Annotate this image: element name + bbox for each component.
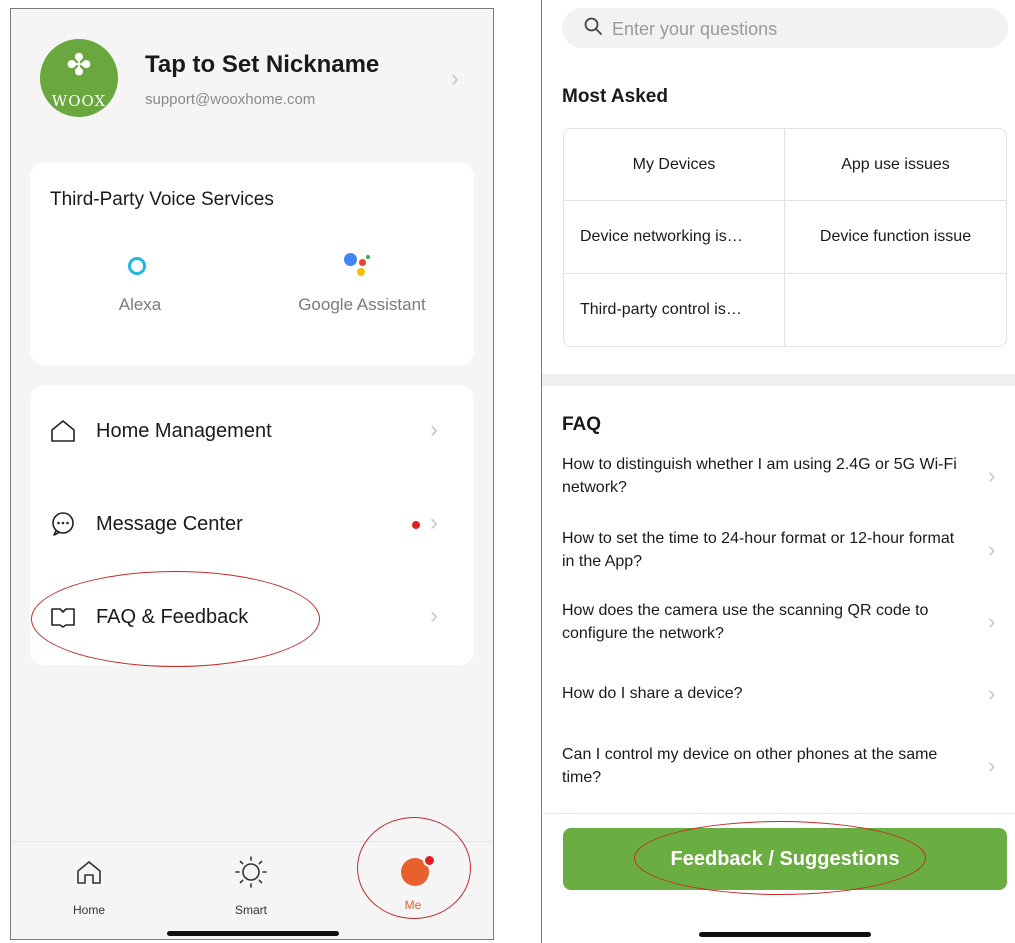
tab-label: Smart — [234, 903, 267, 917]
voice-service-label: Alexa — [118, 295, 162, 314]
faq-item[interactable]: How to distinguish whether I am using 2.… — [562, 453, 1008, 499]
alexa-icon — [40, 249, 240, 283]
faq-item[interactable]: How to set the time to 24-hour format or… — [562, 527, 1008, 573]
faq-question: How to set the time to 24-hour format or… — [562, 530, 955, 570]
category-cell-empty — [785, 274, 1006, 346]
footer-divider — [542, 813, 1015, 814]
chevron-right-icon: › — [430, 509, 438, 536]
category-cell[interactable]: Device networking is… — [564, 201, 785, 274]
tab-label: Home — [72, 903, 105, 917]
tab-smart[interactable]: Smart — [201, 852, 301, 917]
menu-item-label: Message Center — [96, 513, 243, 535]
me-screen: ✤ WOOX Tap to Set Nickname support@wooxh… — [10, 8, 494, 940]
sun-icon — [235, 856, 267, 888]
category-cell[interactable]: App use issues — [785, 129, 1006, 202]
faq-item[interactable]: How does the camera use the scanning QR … — [562, 599, 1008, 645]
faq-item[interactable]: Can I control my device on other phones … — [562, 743, 1008, 789]
tab-home[interactable]: Home — [39, 852, 139, 917]
feedback-suggestions-button[interactable]: Feedback / Suggestions — [563, 828, 1007, 890]
tab-me[interactable]: Me — [363, 852, 463, 912]
home-icon — [51, 420, 75, 442]
home-indicator — [167, 931, 339, 936]
menu-item-message-center[interactable]: Message Center › — [30, 489, 474, 559]
tab-label: Me — [404, 898, 422, 912]
category-cell[interactable]: Device function issue — [785, 201, 1006, 274]
menu-item-home-management[interactable]: Home Management › — [30, 396, 474, 466]
search-icon — [584, 17, 602, 35]
profile-header[interactable]: ✤ WOOX Tap to Set Nickname support@wooxh… — [11, 9, 493, 159]
voice-service-alexa[interactable]: Alexa — [40, 249, 240, 315]
most-asked-title: Most Asked — [562, 86, 668, 107]
chevron-right-icon: › — [430, 602, 438, 629]
notification-badge — [412, 521, 420, 529]
email-label: support@wooxhome.com — [145, 91, 316, 108]
category-cell[interactable]: Third-party control is… — [564, 273, 785, 346]
faq-title: FAQ — [562, 414, 602, 435]
menu-item-faq-feedback[interactable]: FAQ & Feedback › — [30, 582, 474, 652]
chevron-right-icon: › — [451, 65, 459, 92]
menu-item-label: Home Management — [96, 420, 272, 442]
category-cell[interactable]: My Devices — [564, 129, 785, 202]
faq-question: Can I control my device on other phones … — [562, 746, 938, 786]
google-assistant-icon — [262, 249, 462, 283]
home-indicator — [699, 932, 871, 937]
chevron-right-icon: › — [988, 681, 996, 706]
avatar-logo-text: WOOX — [51, 92, 107, 110]
search-input[interactable] — [610, 14, 994, 44]
message-icon — [52, 512, 74, 536]
chevron-right-icon: › — [430, 416, 438, 443]
chevron-right-icon: › — [988, 537, 996, 562]
voice-service-label: Google Assistant — [298, 295, 426, 314]
tab-bar: Home Smart Me — [11, 841, 493, 939]
faq-question: How does the camera use the scanning QR … — [562, 602, 929, 642]
notification-badge — [423, 854, 436, 867]
chevron-right-icon: › — [988, 463, 996, 488]
faq-item[interactable]: How do I share a device? › — [562, 681, 1008, 706]
voice-services-card: Third-Party Voice Services Alexa Google … — [30, 163, 474, 365]
menu-card: Home Management › Message Center › FAQ &… — [30, 385, 474, 665]
faq-question: How do I share a device? — [562, 685, 743, 702]
section-divider — [542, 374, 1015, 386]
book-icon — [51, 608, 75, 628]
voice-services-title: Third-Party Voice Services — [50, 189, 274, 210]
avatar[interactable]: ✤ WOOX — [40, 39, 118, 117]
voice-service-google-assistant[interactable]: Google Assistant — [262, 249, 462, 315]
nickname-label[interactable]: Tap to Set Nickname — [145, 51, 379, 79]
woox-logo-icon: ✤ — [66, 49, 92, 82]
home-icon — [77, 861, 101, 884]
chevron-right-icon: › — [988, 609, 996, 634]
most-asked-grid: My Devices App use issues Device network… — [563, 128, 1007, 347]
faq-screen: Most Asked My Devices App use issues Dev… — [541, 0, 1015, 943]
faq-question: How to distinguish whether I am using 2.… — [562, 456, 957, 496]
search-bar[interactable] — [562, 8, 1008, 48]
person-icon — [363, 852, 463, 892]
menu-item-label: FAQ & Feedback — [96, 606, 249, 628]
chevron-right-icon: › — [988, 753, 996, 778]
